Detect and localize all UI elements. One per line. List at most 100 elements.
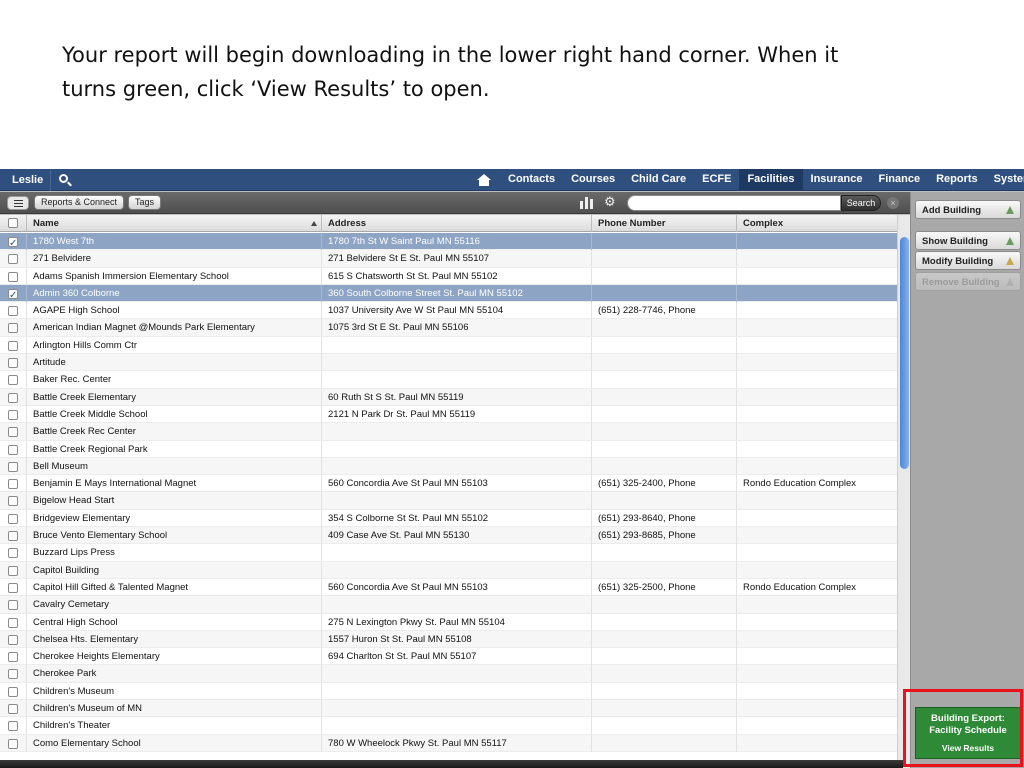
row-checkbox[interactable] [8,600,18,611]
search-button[interactable]: Search [841,195,881,211]
row-checkbox[interactable] [8,634,18,645]
nav-tab-courses[interactable]: Courses [563,169,623,191]
gear-icon[interactable]: ⚙ [604,196,617,209]
cell-phone [592,717,737,735]
nav-tab-system[interactable]: System [986,169,1024,191]
table-row[interactable]: Capitol Hill Gifted & Talented Magnet 560… [0,578,897,597]
row-checkbox[interactable] [8,652,18,663]
row-checkbox[interactable] [8,479,18,490]
table-row[interactable]: Buzzard Lips Press [0,544,897,562]
home-icon[interactable] [470,169,498,191]
table-row[interactable]: Artitude [0,354,897,372]
columns-icon[interactable] [580,197,594,209]
row-checkbox[interactable] [8,340,18,351]
row-checkbox[interactable] [8,358,18,369]
table-row[interactable]: Admin 360 Colborne360 South Colborne Str… [0,284,897,303]
row-checkbox[interactable] [8,513,18,524]
table-row[interactable]: Battle Creek Regional Park [0,440,897,458]
cell-address: 1075 3rd St E St. Paul MN 55106 [322,319,592,337]
table-row[interactable]: Children's Museum [0,682,897,701]
table-row[interactable]: Capitol Building [0,561,897,579]
nav-tab-child-care[interactable]: Child Care [623,169,694,191]
row-checkbox[interactable] [8,461,18,472]
table-row[interactable]: Children's Museum of MN [0,700,897,718]
row-checkbox[interactable] [8,496,18,507]
cell-name: Capitol Building [27,561,322,579]
table-row[interactable]: Baker Rec. Center [0,371,897,389]
cell-address: 360 South Colborne Street St. Paul MN 55… [322,284,592,302]
row-checkbox[interactable] [8,704,18,715]
row-checkbox[interactable] [8,669,18,680]
search-input[interactable] [627,195,841,211]
table-row[interactable]: American Indian Magnet @Mounds Park Elem… [0,319,897,337]
view-results-link[interactable]: View Results [916,743,1020,753]
table-row[interactable]: Bigelow Head Start [0,492,897,510]
nav-tab-reports[interactable]: Reports [928,169,986,191]
row-checkbox[interactable] [8,271,18,282]
row-select-cell [0,336,27,354]
table-row[interactable]: 271 Belvidere 271 Belvidere St E St. Paul… [0,250,897,268]
row-checkbox[interactable] [8,409,18,420]
row-checkbox[interactable] [8,287,18,302]
export-notification[interactable]: Building Export: Facility Schedule View … [915,707,1021,759]
column-header-complex[interactable]: Complex [737,215,897,232]
table-row[interactable]: Battle Creek Middle School 2121 N Park Dr… [0,405,897,424]
reports-connect-button[interactable]: Reports & Connect [34,195,125,210]
modify-building-button[interactable]: Modify Building [915,251,1021,270]
cell-address [322,457,592,475]
table-row[interactable]: Cavalry Cemetary [0,596,897,614]
table-row[interactable]: Central High School 275 N Lexington Pkwy … [0,613,897,631]
column-header-name[interactable]: Name [27,215,322,232]
search-icon[interactable] [50,169,78,191]
table-row[interactable]: Benjamin E Mays International Magnet 560 … [0,475,897,493]
row-checkbox[interactable] [8,565,18,576]
table-row[interactable]: Bell Museum [0,457,897,476]
table-row[interactable]: Arlington Hills Comm Ctr [0,336,897,355]
row-checkbox[interactable] [8,375,18,386]
row-checkbox[interactable] [8,306,18,317]
nav-tab-finance[interactable]: Finance [871,169,929,191]
row-checkbox[interactable] [8,235,18,250]
table-row[interactable]: Battle Creek Elementary 60 Ruth St S St. … [0,388,897,406]
select-all-checkbox[interactable] [8,218,18,228]
nav-tab-facilities[interactable]: Facilities [739,169,803,191]
nav-tab-contacts[interactable]: Contacts [500,169,563,191]
row-checkbox[interactable] [8,617,18,628]
row-checkbox[interactable] [8,738,18,749]
row-checkbox[interactable] [8,531,18,542]
table-row[interactable]: Bruce Vento Elementary School 409 Case Av… [0,527,897,545]
table-row[interactable]: Cherokee Heights Elementary 694 Charlton … [0,648,897,666]
clear-search-icon[interactable]: × [887,197,899,209]
table-row[interactable]: Children's Theater [0,717,897,735]
row-checkbox[interactable] [8,254,18,265]
nav-tab-ecfe[interactable]: ECFE [694,169,739,191]
table-row[interactable]: Bridgeview Elementary 354 S Colborne St S… [0,509,897,528]
tags-button[interactable]: Tags [128,195,162,210]
row-checkbox[interactable] [8,686,18,697]
table-row[interactable]: AGAPE High School 1037 University Ave W S… [0,302,897,320]
column-header-address[interactable]: Address [322,215,592,232]
row-checkbox[interactable] [8,721,18,732]
row-checkbox[interactable] [8,427,18,438]
user-menu[interactable]: Leslie [0,169,51,191]
vertical-scrollbar[interactable] [897,215,910,768]
row-checkbox[interactable] [8,582,18,593]
show-building-button[interactable]: Show Building [915,231,1021,250]
table-row[interactable]: Adams Spanish Immersion Elementary Schoo… [0,267,897,285]
row-checkbox[interactable] [8,323,18,334]
row-select-cell [0,544,27,562]
nav-tab-insurance[interactable]: Insurance [803,169,871,191]
table-row[interactable]: Cherokee Park [0,665,897,683]
row-checkbox[interactable] [8,392,18,403]
table-row[interactable]: 1780 West 7th1780 7th St W Saint Paul MN… [0,233,897,251]
row-checkbox[interactable] [8,444,18,455]
table-row[interactable]: Como Elementary School 780 W Wheelock Pkw… [0,734,897,752]
list-menu-icon[interactable] [7,196,29,210]
scrollbar-thumb[interactable] [900,237,909,469]
table-row[interactable]: Battle Creek Rec Center [0,423,897,441]
column-header-phone[interactable]: Phone Number [592,215,737,232]
table-row[interactable]: Chelsea Hts. Elementary 1557 Huron St St.… [0,630,897,649]
cell-phone [592,233,737,250]
row-checkbox[interactable] [8,548,18,559]
add-building-button[interactable]: Add Building [915,200,1021,219]
